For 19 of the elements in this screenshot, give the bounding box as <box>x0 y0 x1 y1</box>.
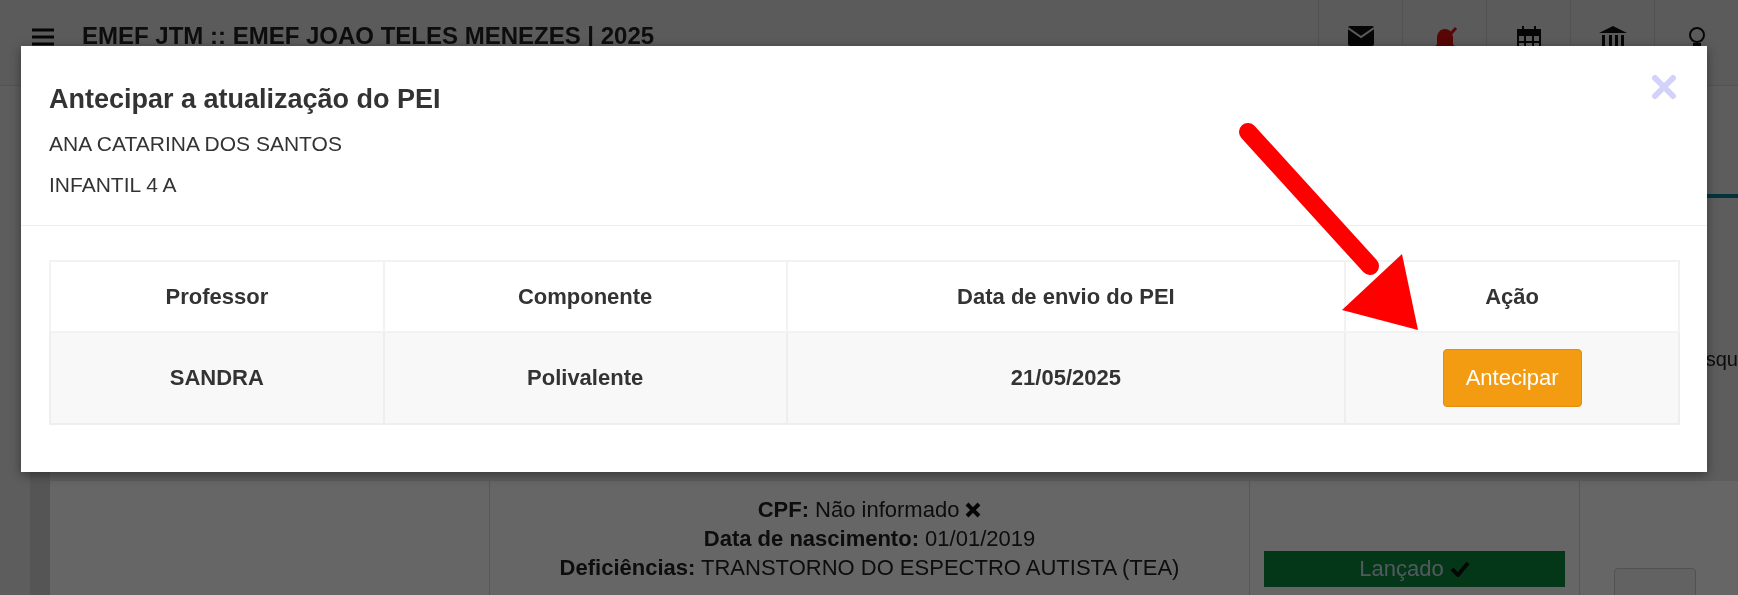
table-cell: Polivalente <box>383 332 787 424</box>
column-header: Componente <box>383 261 787 332</box>
detail-text: CPF: Não informado <box>757 497 960 523</box>
table-cell: 21/05/2025 <box>786 332 1346 424</box>
page-text: squ <box>1705 348 1738 371</box>
class-name: INFANTIL 4 A <box>49 173 177 197</box>
envelope-icon[interactable] <box>1347 26 1374 46</box>
anticipate-button[interactable]: Antecipar <box>1442 349 1582 407</box>
table-cell: SANDRA <box>50 332 384 424</box>
status-label: Lançado <box>1264 551 1565 587</box>
menu-icon[interactable] <box>32 28 54 46</box>
cross-icon <box>965 502 982 518</box>
check-icon <box>1449 561 1470 577</box>
detail-text: Deficiências: TRANSTORNO DO ESPECTRO AUTISTA (TEA) <box>559 555 1180 581</box>
column-header: Data de envio do PEI <box>786 261 1346 332</box>
student-name: ANA CATARINA DOS SANTOS <box>49 132 342 156</box>
modal-title: Antecipar a atualização do PEI <box>49 84 441 115</box>
detail-text: Data de nascimento: 01/01/2019 <box>703 526 1036 552</box>
column-header: Professor <box>50 261 384 332</box>
